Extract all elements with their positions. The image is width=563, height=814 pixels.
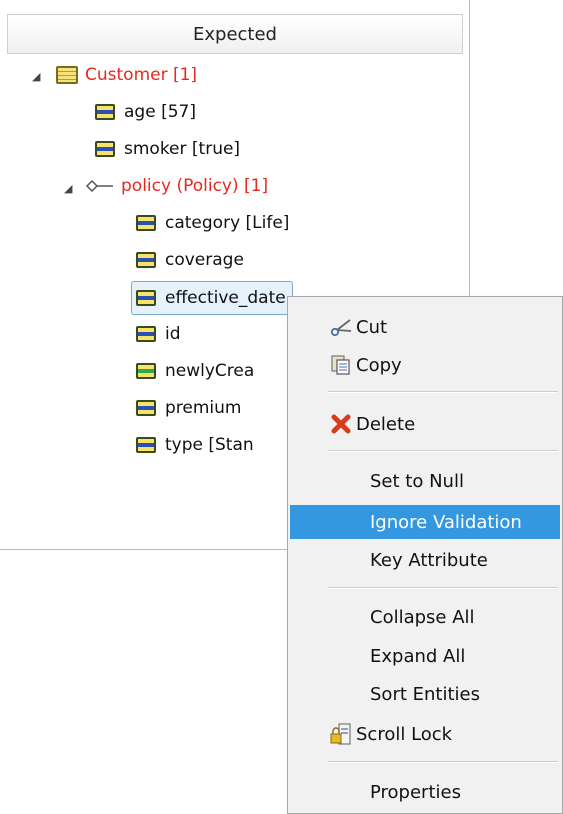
collapse-twisty-policy[interactable]: ◢ bbox=[64, 182, 72, 195]
tree-item-label: age [57] bbox=[124, 102, 196, 122]
menu-item-label: Ignore Validation bbox=[370, 511, 522, 533]
menu-item-label: Cut bbox=[356, 316, 388, 338]
menu-item-copy[interactable]: Copy bbox=[290, 348, 560, 382]
menu-item-scroll-lock[interactable]: Scroll Lock bbox=[290, 717, 560, 751]
menu-item-sort-entities[interactable]: Sort Entities bbox=[290, 677, 560, 711]
tree-item-newly-created[interactable]: newlyCrea bbox=[136, 356, 254, 386]
menu-item-label: Expand All bbox=[370, 645, 466, 667]
menu-item-label: Collapse All bbox=[370, 606, 475, 628]
context-menu: Cut Copy Delete Set to Null Ignore Valid… bbox=[287, 296, 563, 814]
menu-item-expand-all[interactable]: Expand All bbox=[290, 639, 560, 673]
tree-item-smoker[interactable]: smoker [true] bbox=[95, 134, 240, 164]
menu-item-label: Properties bbox=[370, 781, 461, 803]
menu-item-label: Delete bbox=[356, 413, 416, 435]
tree-item-customer[interactable]: Customer [1] bbox=[56, 60, 197, 90]
menu-separator bbox=[328, 761, 558, 763]
tree-item-category[interactable]: category [Life] bbox=[136, 208, 289, 238]
tree-item-label: premium bbox=[165, 398, 242, 418]
menu-item-key-attribute[interactable]: Key Attribute bbox=[290, 543, 560, 577]
menu-separator bbox=[328, 587, 558, 589]
menu-item-label: Scroll Lock bbox=[356, 723, 453, 745]
delete-x-icon bbox=[328, 413, 354, 435]
reference-icon bbox=[85, 178, 115, 194]
menu-item-cut[interactable]: Cut bbox=[290, 310, 560, 344]
entity-icon bbox=[56, 66, 78, 84]
tree-item-label: id bbox=[165, 324, 181, 344]
menu-item-ignore-validation[interactable]: Ignore Validation bbox=[290, 505, 560, 539]
menu-item-label: Key Attribute bbox=[370, 549, 488, 571]
column-header-label: Expected bbox=[193, 23, 277, 45]
scissors-icon bbox=[328, 316, 354, 338]
menu-separator bbox=[328, 450, 558, 452]
menu-item-set-to-null[interactable]: Set to Null bbox=[290, 464, 560, 498]
tree-item-label: smoker [true] bbox=[124, 139, 241, 159]
tree-item-label: effective_date bbox=[165, 288, 286, 308]
tree-item-premium[interactable]: premium bbox=[136, 393, 241, 423]
scroll-lock-icon bbox=[328, 723, 354, 745]
tree-item-coverage[interactable]: coverage bbox=[136, 245, 244, 275]
attribute-icon bbox=[136, 290, 156, 306]
menu-item-collapse-all[interactable]: Collapse All bbox=[290, 600, 560, 634]
tree-item-type[interactable]: type [Stan bbox=[136, 430, 254, 460]
tree-item-label: coverage bbox=[165, 250, 244, 270]
tree-item-id[interactable]: id bbox=[136, 319, 181, 349]
tree-item-label: type [Stan bbox=[165, 435, 254, 455]
tree-item-label: Customer [1] bbox=[85, 65, 198, 85]
tree-item-label: newlyCrea bbox=[165, 361, 255, 381]
tree-item-label: policy (Policy) [1] bbox=[121, 176, 269, 196]
attribute-icon bbox=[95, 104, 115, 120]
attribute-icon bbox=[136, 215, 156, 231]
attribute-icon bbox=[136, 252, 156, 268]
menu-item-label: Sort Entities bbox=[370, 683, 480, 705]
tree-item-effective-date[interactable]: effective_date bbox=[131, 281, 293, 315]
menu-item-delete[interactable]: Delete bbox=[290, 407, 560, 441]
tree-item-age[interactable]: age [57] bbox=[95, 97, 196, 127]
attribute-icon bbox=[136, 326, 156, 342]
menu-item-label: Copy bbox=[356, 354, 402, 376]
attribute-icon bbox=[136, 437, 156, 453]
menu-item-label: Set to Null bbox=[370, 470, 464, 492]
attribute-icon bbox=[136, 363, 156, 379]
column-header-expected[interactable]: Expected bbox=[7, 14, 463, 54]
copy-icon bbox=[328, 354, 354, 376]
attribute-icon bbox=[136, 400, 156, 416]
tree-item-policy[interactable]: policy (Policy) [1] bbox=[85, 171, 268, 201]
attribute-icon bbox=[95, 141, 115, 157]
menu-separator bbox=[328, 391, 558, 393]
tree-item-label: category [Life] bbox=[165, 213, 290, 233]
menu-item-properties[interactable]: Properties bbox=[290, 775, 560, 809]
collapse-twisty-customer[interactable]: ◢ bbox=[32, 70, 40, 83]
